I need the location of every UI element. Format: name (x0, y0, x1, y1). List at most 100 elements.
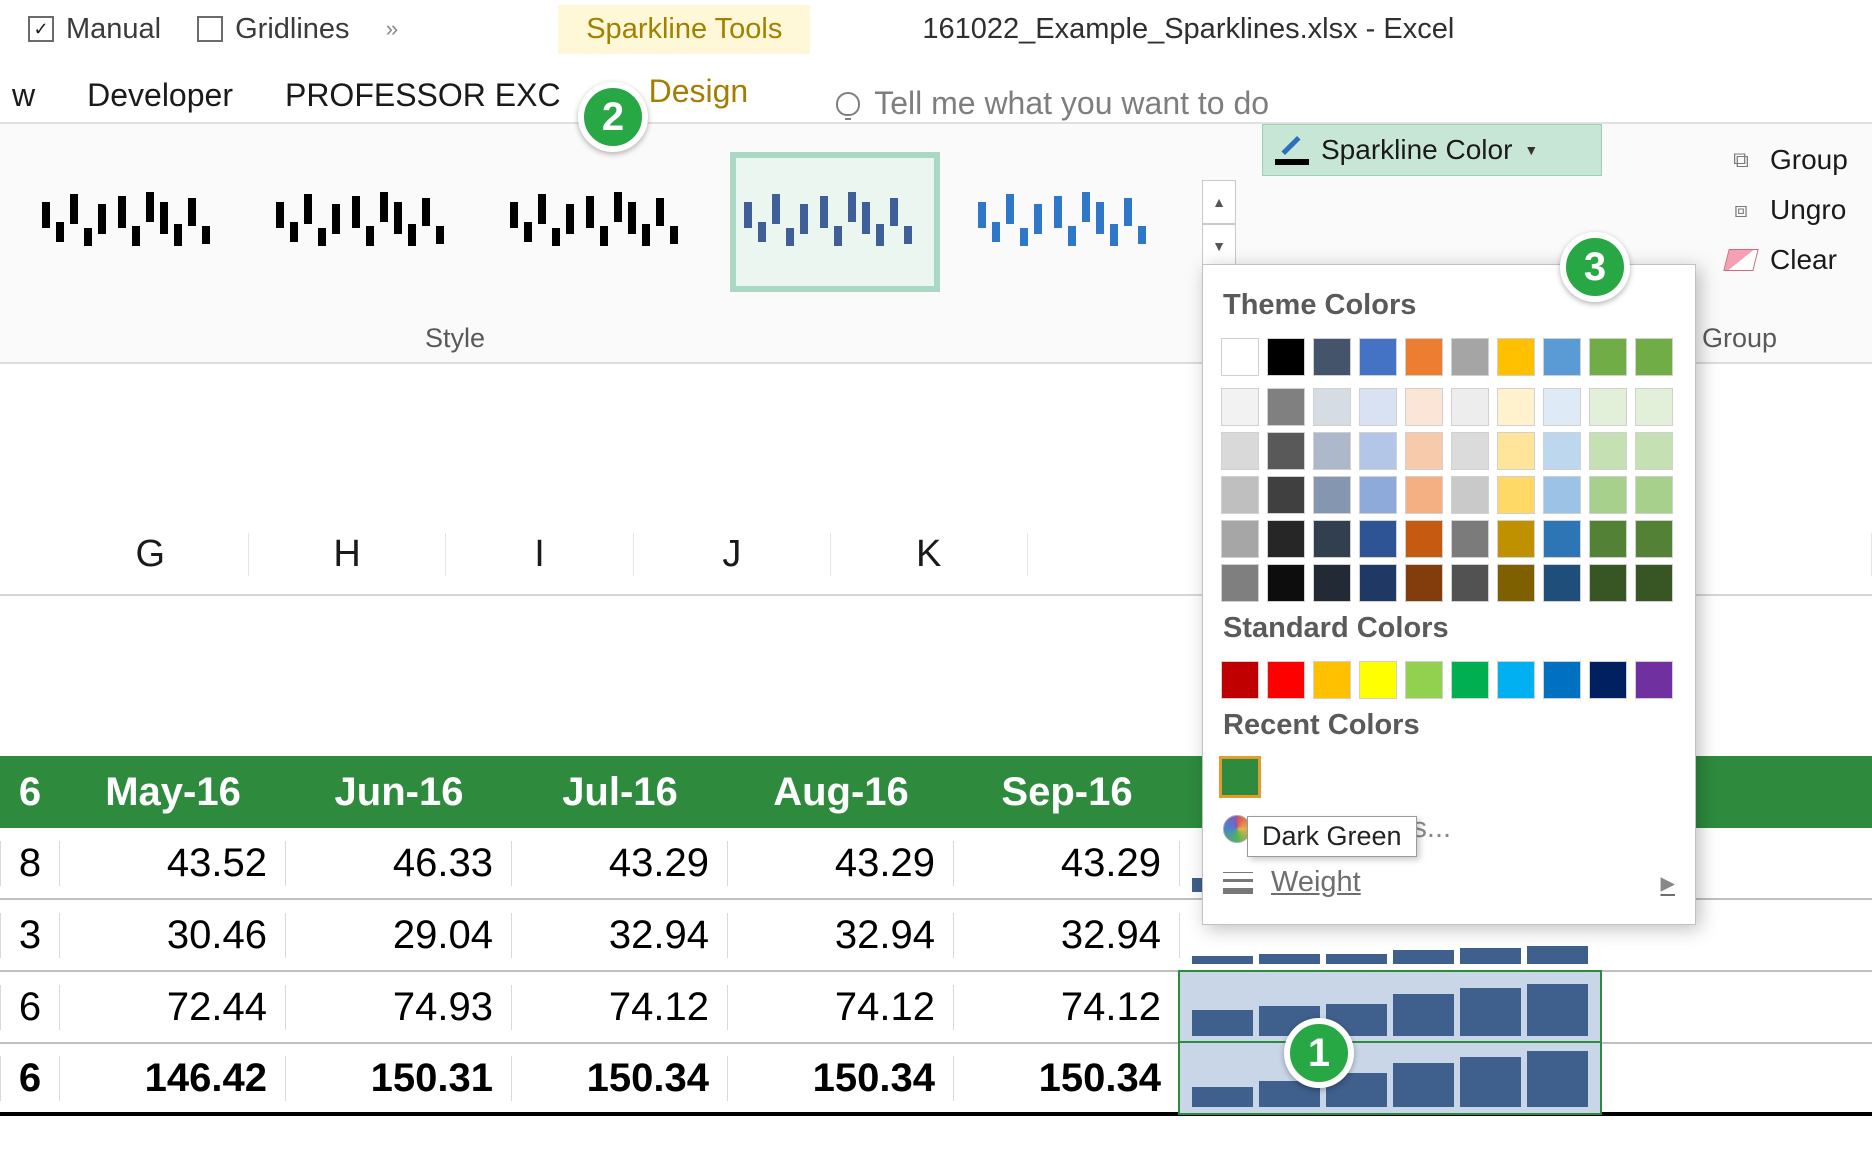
color-swatch[interactable] (1221, 476, 1259, 514)
color-swatch[interactable] (1589, 564, 1627, 602)
color-swatch[interactable] (1451, 388, 1489, 426)
color-swatch[interactable] (1267, 388, 1305, 426)
color-swatch[interactable] (1313, 338, 1351, 376)
color-swatch[interactable] (1405, 476, 1443, 514)
table-cell[interactable]: 32.94 (728, 913, 954, 958)
color-swatch[interactable] (1313, 476, 1351, 514)
table-cell[interactable]: 32.94 (512, 913, 728, 958)
color-swatch[interactable] (1405, 338, 1443, 376)
color-swatch[interactable] (1313, 564, 1351, 602)
table-cell[interactable]: 74.12 (728, 985, 954, 1030)
table-cell[interactable]: 46.33 (286, 841, 512, 886)
color-swatch[interactable] (1543, 520, 1581, 558)
color-swatch[interactable] (1313, 388, 1351, 426)
color-swatch[interactable] (1221, 432, 1259, 470)
color-swatch[interactable] (1497, 520, 1535, 558)
table-cell[interactable]: 43.29 (954, 841, 1180, 886)
color-swatch[interactable] (1497, 661, 1535, 699)
column-letter[interactable]: G (52, 533, 249, 576)
color-swatch[interactable] (1543, 338, 1581, 376)
scroll-up-icon[interactable]: ▲ (1202, 180, 1236, 224)
weight-submenu[interactable]: Weight ▸ (1221, 855, 1677, 910)
color-swatch[interactable] (1221, 661, 1259, 699)
table-cell[interactable]: 43.29 (512, 841, 728, 886)
table-cell[interactable]: 8 (0, 841, 60, 886)
clear-button[interactable]: Clear (1726, 244, 1872, 276)
sparkline-cell[interactable] (1180, 972, 1600, 1042)
table-header-cell[interactable]: Jul-16 (512, 770, 728, 815)
color-swatch[interactable] (1589, 338, 1627, 376)
table-cell[interactable]: 43.29 (728, 841, 954, 886)
color-swatch[interactable] (1313, 520, 1351, 558)
column-letter[interactable]: I (446, 533, 634, 576)
color-swatch[interactable] (1221, 520, 1259, 558)
color-swatch[interactable] (1451, 661, 1489, 699)
sparkline-color-button[interactable]: Sparkline Color ▼ (1262, 124, 1602, 176)
color-swatch[interactable] (1267, 432, 1305, 470)
color-swatch[interactable] (1635, 432, 1673, 470)
color-swatch[interactable] (1267, 520, 1305, 558)
color-swatch[interactable] (1589, 520, 1627, 558)
color-swatch[interactable] (1451, 476, 1489, 514)
color-swatch[interactable] (1543, 432, 1581, 470)
color-swatch[interactable] (1313, 661, 1351, 699)
table-cell[interactable]: 150.34 (728, 1056, 954, 1101)
tab-truncated[interactable]: w (12, 77, 35, 122)
color-swatch[interactable] (1267, 564, 1305, 602)
style-option-1[interactable] (28, 152, 238, 292)
color-swatch[interactable] (1221, 564, 1259, 602)
style-option-3[interactable] (496, 152, 706, 292)
color-swatch[interactable] (1543, 564, 1581, 602)
color-swatch[interactable] (1451, 338, 1489, 376)
manual-checkbox[interactable]: ✓ Manual (28, 13, 161, 46)
column-letter[interactable]: K (831, 533, 1028, 576)
table-cell[interactable]: 43.52 (60, 841, 286, 886)
color-swatch[interactable] (1635, 661, 1673, 699)
style-option-2[interactable] (262, 152, 472, 292)
table-cell[interactable]: 150.34 (954, 1056, 1180, 1101)
table-cell[interactable]: 150.34 (512, 1056, 728, 1101)
color-swatch[interactable] (1405, 388, 1443, 426)
style-option-4-selected[interactable] (730, 152, 940, 292)
tab-professor-excel[interactable]: PROFESSOR EXC (285, 77, 561, 122)
table-cell[interactable]: 74.93 (286, 985, 512, 1030)
sparkline-cell[interactable] (1180, 1043, 1600, 1113)
color-swatch[interactable] (1267, 476, 1305, 514)
color-swatch[interactable] (1589, 388, 1627, 426)
color-swatch[interactable] (1497, 476, 1535, 514)
table-header-cell[interactable]: Jun-16 (286, 770, 512, 815)
color-swatch[interactable] (1497, 388, 1535, 426)
overflow-icon[interactable]: ›› (386, 16, 397, 42)
table-header-cell[interactable]: May-16 (60, 770, 286, 815)
table-cell[interactable]: 74.12 (512, 985, 728, 1030)
table-cell[interactable]: 150.31 (286, 1056, 512, 1101)
color-swatch[interactable] (1589, 661, 1627, 699)
color-swatch[interactable] (1635, 388, 1673, 426)
table-cell[interactable]: 30.46 (60, 913, 286, 958)
color-swatch[interactable] (1497, 564, 1535, 602)
color-swatch[interactable] (1543, 476, 1581, 514)
table-cell[interactable]: 29.04 (286, 913, 512, 958)
color-swatch[interactable] (1359, 388, 1397, 426)
table-header-cell[interactable]: Aug-16 (728, 770, 954, 815)
color-swatch[interactable] (1359, 520, 1397, 558)
table-cell[interactable]: 32.94 (954, 913, 1180, 958)
tell-me-search[interactable]: Tell me what you want to do (836, 85, 1269, 122)
table-cell[interactable]: 3 (0, 913, 60, 958)
color-swatch[interactable] (1497, 432, 1535, 470)
color-swatch[interactable] (1405, 520, 1443, 558)
color-swatch-recent[interactable] (1221, 758, 1259, 796)
color-swatch[interactable] (1497, 338, 1535, 376)
color-swatch[interactable] (1359, 564, 1397, 602)
color-swatch[interactable] (1635, 520, 1673, 558)
context-tab-sparkline-tools[interactable]: Sparkline Tools (558, 5, 810, 54)
color-swatch[interactable] (1451, 432, 1489, 470)
color-swatch[interactable] (1589, 432, 1627, 470)
table-header-cell[interactable]: 6 (0, 770, 60, 815)
table-cell[interactable]: 72.44 (60, 985, 286, 1030)
column-letter[interactable]: J (634, 533, 831, 576)
table-cell[interactable]: 6 (0, 1056, 60, 1101)
color-swatch[interactable] (1221, 338, 1259, 376)
scroll-down-icon[interactable]: ▼ (1202, 224, 1236, 268)
style-option-5[interactable] (964, 152, 1174, 292)
